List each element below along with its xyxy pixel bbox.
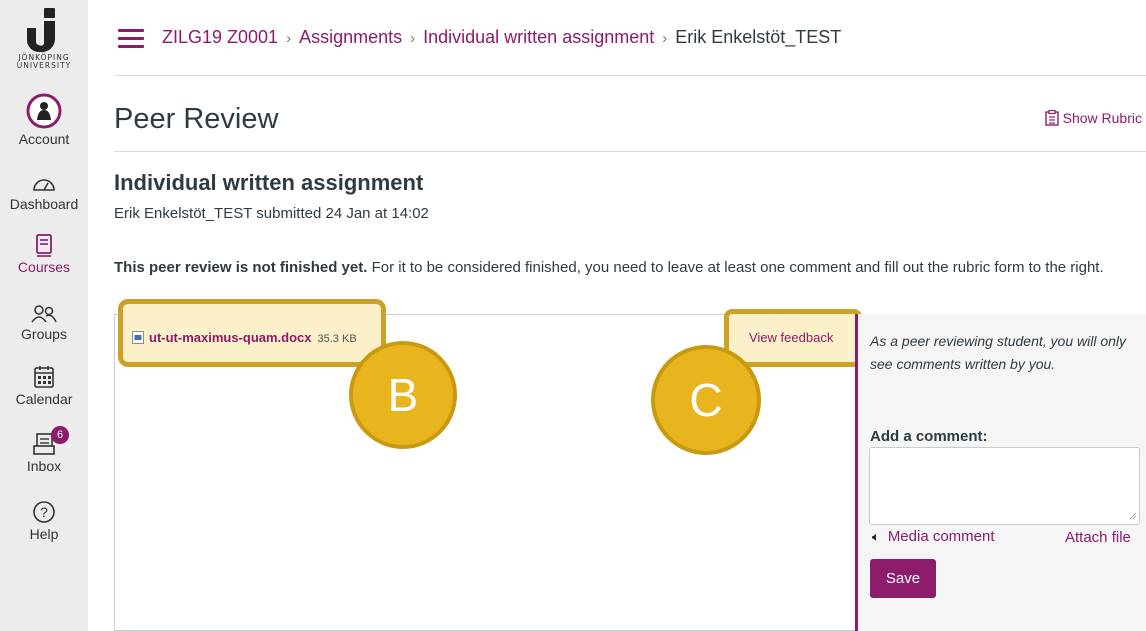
groups-icon [31,305,57,323]
breadcrumb-separator: › [286,30,292,47]
nav-account[interactable]: Account [0,93,88,147]
dashboard-icon [33,179,55,191]
nav-courses[interactable]: Courses [0,233,88,275]
callout-b-marker: B [349,341,457,449]
view-feedback-button[interactable]: View feedback [749,330,833,345]
peer-review-notice: This peer review is not finished yet. Fo… [114,257,1138,279]
assignment-title: Individual written assignment [114,170,424,195]
global-nav: JÖNKÖPING UNIVERSITY Account Dashboard C… [0,0,88,631]
file-name: ut-ut-maximus-quam.docx [149,330,312,345]
nav-inbox-label: Inbox [26,458,62,474]
nav-groups-label: Groups [21,326,67,342]
show-rubric-link[interactable]: Show Rubric [1044,109,1142,126]
speaker-icon: 🔈︎ [872,529,880,544]
nav-dashboard-label: Dashboard [9,196,79,212]
courses-icon [36,234,52,257]
university-logo[interactable]: JÖNKÖPING UNIVERSITY [0,4,88,84]
document-icon [132,331,144,344]
add-comment-label: Add a comment: [870,428,988,445]
nav-calendar[interactable]: Calendar [0,365,88,407]
breadcrumb-assignments[interactable]: Assignments [299,27,402,47]
notice-text: For it to be considered finished, you ne… [367,259,1104,276]
nav-courses-label: Courses [17,259,71,275]
nav-help-label: Help [29,526,59,542]
submission-info: Erik Enkelstöt_TEST submitted 24 Jan at … [114,205,429,222]
show-rubric-label: Show Rubric [1062,110,1142,126]
nav-inbox[interactable]: 6 Inbox [0,426,88,474]
attach-file-link[interactable]: Attach file [1065,529,1131,546]
file-size: 35.3 KB [317,333,357,345]
breadcrumb-current: Erik Enkelstöt_TEST [675,27,842,47]
media-comment-label: Media comment [887,528,995,545]
breadcrumb: ZILG19 Z0001 › Assignments › Individual writ… [162,27,841,48]
resize-handle-icon[interactable] [1129,512,1137,520]
logo-icon [27,8,55,52]
media-comment-link[interactable]: 🔈︎ Media comment [872,528,995,545]
inbox-unread-badge: 6 [51,426,69,444]
rubric-icon [1044,109,1059,126]
help-icon: ? [33,501,55,523]
logo-text-2: UNIVERSITY [16,61,72,70]
svg-text:?: ? [40,504,48,520]
breadcrumb-separator: › [662,30,668,47]
breadcrumb-separator: › [410,30,416,47]
peer-review-info-note: As a peer reviewing student, you will on… [870,333,1127,372]
comment-textarea[interactable] [869,447,1140,525]
callout-c-marker: C [651,345,761,455]
breadcrumb-bar: ZILG19 Z0001 › Assignments › Individual writ… [114,0,1146,76]
calendar-icon [34,366,54,388]
nav-groups[interactable]: Groups [0,304,88,342]
header-divider [114,151,1146,152]
breadcrumb-assignment[interactable]: Individual written assignment [423,27,654,47]
account-avatar-icon [26,93,62,129]
breadcrumb-course[interactable]: ZILG19 Z0001 [162,27,278,47]
notice-bold: This peer review is not finished yet. [114,259,368,276]
submission-file-link[interactable]: ut-ut-maximus-quam.docx 35.3 KB [132,330,357,345]
page-title: Peer Review [114,103,279,135]
nav-help[interactable]: ? Help [0,500,88,542]
nav-account-label: Account [18,131,70,147]
nav-calendar-label: Calendar [15,391,73,407]
save-button[interactable]: Save [870,559,936,598]
hamburger-menu-icon[interactable] [118,29,144,48]
nav-dashboard[interactable]: Dashboard [0,172,88,212]
